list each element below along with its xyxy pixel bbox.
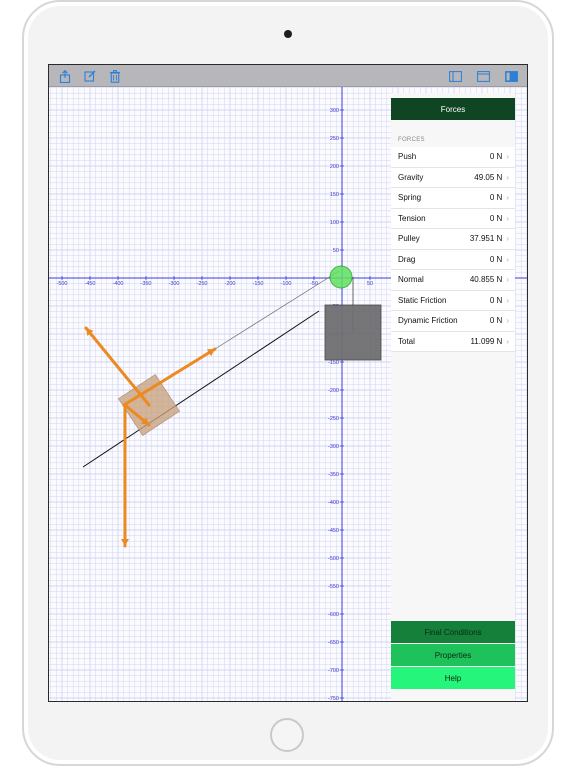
force-name: Drag [398,254,416,264]
forces-list: Push 0 N › Gravity 49.05 N › Spring 0 N › Tension… [391,147,515,352]
force-value: 0 N [489,213,503,223]
toolbar [49,65,527,87]
x-tick-label: -450 [84,281,95,287]
x-tick-label: -400 [112,281,123,287]
x-tick-label: -500 [56,281,67,287]
force-name: Normal [398,275,424,285]
force-row-push[interactable]: Push 0 N › [391,147,515,168]
final-conditions-button[interactable]: Final Conditions [391,621,515,643]
force-name: Spring [398,193,422,203]
y-tick-label: -750 [328,696,339,702]
y-tick-label: 50 [333,248,339,254]
x-tick-label: -300 [168,281,179,287]
y-tick-label: -450 [328,528,339,534]
force-value: 0 N [489,152,503,162]
chevron-right-icon: › [506,295,509,305]
chevron-right-icon: › [506,172,509,182]
share-icon[interactable] [57,68,73,84]
force-value: 0 N [489,254,503,264]
force-value: 49.05 N [474,172,503,182]
gravity-force-vector-head [121,539,129,546]
y-tick-label: 300 [330,108,339,114]
force-name: Static Friction [398,295,447,305]
y-tick-label: -300 [328,444,339,450]
trash-icon[interactable] [107,68,123,84]
y-tick-label: -500 [328,556,339,562]
properties-button[interactable]: Properties [391,644,515,666]
chevron-right-icon: › [506,254,509,264]
x-tick-label: 50 [367,281,373,287]
chevron-right-icon: › [506,336,509,346]
force-name: Pulley [398,234,420,244]
pulley[interactable] [329,265,353,289]
y-tick-label: -650 [328,640,339,646]
force-row-normal[interactable]: Normal 40.855 N › [391,270,515,291]
chevron-right-icon: › [506,193,509,203]
force-row-tension[interactable]: Tension 0 N › [391,209,515,229]
force-name: Gravity [398,172,424,182]
y-tick-label: -550 [328,584,339,590]
y-tick-label: -250 [328,416,339,422]
x-tick-label: -100 [280,281,291,287]
x-tick-label: -50 [310,281,318,287]
forces-header-button[interactable]: Forces [391,98,515,120]
app-screen: -500 -450 -400 -350 -300 -250 -200 -150 -100 -50 5… [48,64,528,702]
force-row-drag[interactable]: Drag 0 N › [391,250,515,270]
y-tick-label: 200 [330,164,339,170]
y-tick-label: -700 [328,668,339,674]
forces-section-caption: FORCES [398,137,425,143]
hanging-mass[interactable] [324,304,382,361]
chevron-right-icon: › [506,275,509,285]
edit-icon[interactable] [82,68,98,84]
force-value: 0 N [489,193,503,203]
force-row-static-friction[interactable]: Static Friction 0 N › [391,291,515,311]
force-name: Push [398,152,417,162]
y-tick-label: 150 [330,192,339,198]
y-tick-label: 250 [330,136,339,142]
force-name: Total [398,336,415,346]
x-tick-label: -200 [224,281,235,287]
sidebar-right-icon[interactable] [503,68,519,84]
chevron-right-icon: › [506,234,509,244]
force-value: 37.951 N [469,234,503,244]
x-tick-label: -350 [140,281,151,287]
y-tick-label: -600 [328,612,339,618]
force-name: Dynamic Friction [398,316,458,326]
y-tick-label: -150 [328,360,339,366]
y-tick-label: -350 [328,472,339,478]
force-row-dynamic-friction[interactable]: Dynamic Friction 0 N › [391,311,515,332]
force-value: 0 N [489,316,503,326]
y-tick-label: -200 [328,388,339,394]
x-tick-label: -150 [252,281,263,287]
chevron-right-icon: › [506,152,509,162]
y-tick-label: 100 [330,220,339,226]
gravity-force-vector[interactable] [121,403,129,548]
force-row-total[interactable]: Total 11.099 N › [391,332,515,352]
force-value: 0 N [489,295,503,305]
force-row-gravity[interactable]: Gravity 49.05 N › [391,168,515,188]
force-value: 11.099 N [470,336,503,346]
front-camera [284,30,292,38]
y-tick-label: -400 [328,500,339,506]
chevron-right-icon: › [506,213,509,223]
force-row-pulley[interactable]: Pulley 37.951 N › [391,229,515,250]
sidebar-left-icon[interactable] [447,68,463,84]
forces-panel: Forces FORCES Push 0 N › Gravity 49.05 N › Spr… [391,93,515,701]
home-button[interactable] [270,718,304,752]
force-name: Tension [398,213,426,223]
force-row-spring[interactable]: Spring 0 N › [391,188,515,209]
help-button[interactable]: Help [391,667,515,689]
force-value: 40.855 N [469,275,503,285]
sidebar-none-icon[interactable] [475,68,491,84]
chevron-right-icon: › [506,316,509,326]
x-tick-label: -250 [196,281,207,287]
